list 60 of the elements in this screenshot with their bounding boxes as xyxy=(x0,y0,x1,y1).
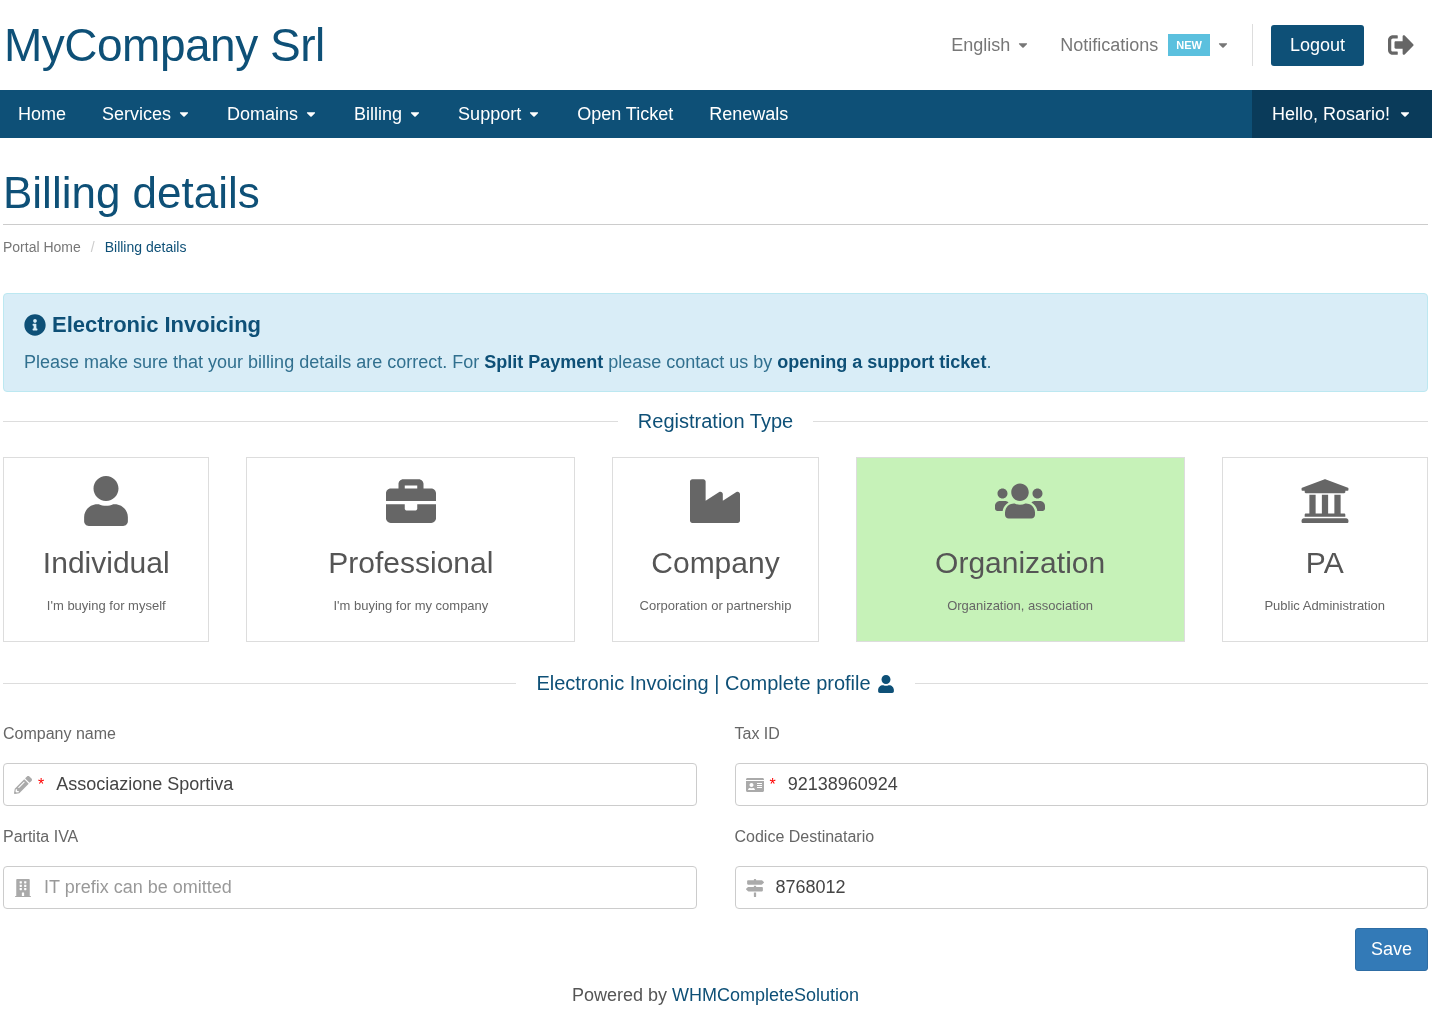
field-label: Codice Destinatario xyxy=(734,828,876,846)
building-icon xyxy=(14,878,32,897)
page-title: Billing details xyxy=(3,168,1428,225)
card-subtitle: Public Administration xyxy=(1264,598,1386,613)
bank-icon xyxy=(1299,476,1350,526)
nav-item[interactable]: Support xyxy=(440,90,560,138)
nav-item[interactable]: Domains xyxy=(209,90,337,138)
registration-type-card[interactable]: Professional I'm buying for my company xyxy=(246,457,576,642)
nav-item[interactable]: Home xyxy=(0,90,84,138)
logout-button[interactable]: Logout xyxy=(1270,24,1364,66)
briefcase-icon xyxy=(385,476,436,526)
text-field[interactable]: 8768012 xyxy=(734,866,1428,909)
logout-icon[interactable] xyxy=(1388,32,1414,58)
card-title: PA xyxy=(1305,546,1344,580)
registration-type-card[interactable]: Organization Organization, association xyxy=(855,457,1185,642)
required-marker: * xyxy=(769,775,776,794)
breadcrumb-separator: / xyxy=(90,239,95,255)
save-button[interactable]: Save xyxy=(1354,928,1428,971)
text-field[interactable]: IT prefix can be omitted xyxy=(3,866,697,909)
card-subtitle: Organization, association xyxy=(947,598,1094,613)
nav-item[interactable]: Open Ticket xyxy=(559,90,692,138)
field-label: Partita IVA xyxy=(3,828,80,846)
nav-item[interactable]: Services xyxy=(84,90,210,138)
card-title: Individual xyxy=(42,546,170,580)
info-icon xyxy=(24,314,46,336)
section-heading: Electronic Invoicing | Complete profile xyxy=(536,672,871,695)
user-icon xyxy=(876,674,895,693)
text-field[interactable]: * 92138960924 xyxy=(734,763,1428,806)
notifications-menu[interactable]: Notifications NEW xyxy=(1060,34,1230,56)
footer-link[interactable]: WHMCompleteSolution xyxy=(672,985,860,1005)
alert-title: Electronic Invoicing xyxy=(52,312,262,338)
signpost-icon xyxy=(745,878,764,897)
section-heading: Registration Type xyxy=(637,410,794,433)
card-subtitle: I'm buying for myself xyxy=(46,598,166,613)
card-subtitle: Corporation or partnership xyxy=(639,598,792,613)
card-title: Professional xyxy=(328,546,494,580)
text-field[interactable]: * Associazione Sportiva xyxy=(3,763,697,806)
required-marker: * xyxy=(38,775,45,794)
logo[interactable]: MyCompany Srl xyxy=(4,18,952,72)
language-menu[interactable]: English xyxy=(951,34,1031,56)
registration-type-card[interactable]: PA Public Administration xyxy=(1221,457,1428,642)
id-card-icon xyxy=(745,775,764,794)
breadcrumb-item[interactable]: Portal Home xyxy=(3,239,81,255)
field-label: Company name xyxy=(3,725,117,743)
registration-type-card[interactable]: Individual I'm buying for myself xyxy=(3,457,210,642)
nav-item[interactable]: Billing xyxy=(336,90,441,138)
footer-text: Powered by WHMCompleteSolution xyxy=(570,985,861,1006)
card-subtitle: I'm buying for my company xyxy=(333,598,489,613)
field-label: Tax ID xyxy=(734,725,781,743)
breadcrumb-item[interactable]: Billing details xyxy=(104,239,187,255)
nav-item[interactable]: Renewals xyxy=(691,90,807,138)
card-title: Organization xyxy=(935,546,1106,580)
alert-text: Please make sure that your billing details are correct. For Split Payment please contact us by opening a support ticket. xyxy=(24,352,993,373)
card-title: Company xyxy=(651,546,780,580)
new-badge: NEW xyxy=(1168,34,1210,56)
support-ticket-link[interactable]: opening a support ticket xyxy=(777,352,987,372)
registration-type-card[interactable]: Company Corporation or partnership xyxy=(612,457,819,642)
pencil-icon xyxy=(14,775,32,794)
user-menu[interactable]: Hello, Rosario! xyxy=(1251,90,1432,138)
factory-icon xyxy=(690,476,741,526)
